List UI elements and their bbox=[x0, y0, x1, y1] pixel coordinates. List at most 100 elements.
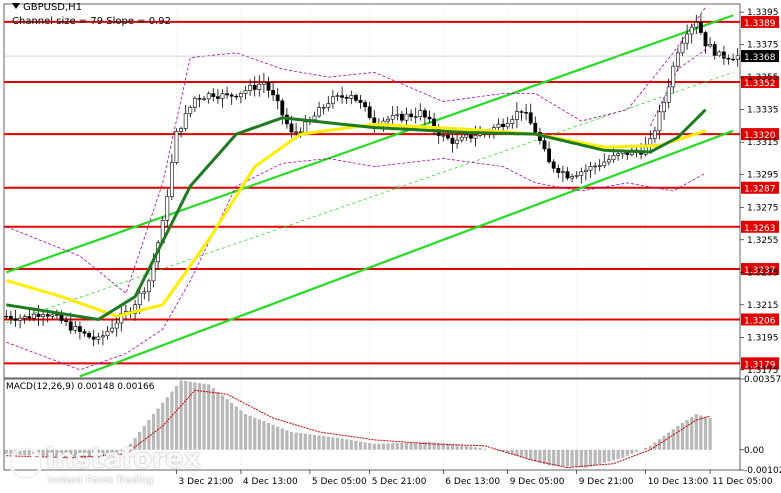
candle-body bbox=[192, 98, 197, 108]
candle-body bbox=[87, 332, 92, 338]
candle-body bbox=[671, 65, 676, 88]
candle-body bbox=[652, 130, 657, 139]
candle-body bbox=[330, 96, 335, 105]
candle-body bbox=[344, 97, 349, 99]
candle-body bbox=[59, 314, 64, 322]
candle-body bbox=[68, 321, 73, 331]
candle-body bbox=[496, 123, 501, 128]
candle-body bbox=[266, 82, 271, 91]
level-label: 1.3389 bbox=[744, 19, 776, 29]
candle-body bbox=[36, 313, 41, 317]
candle-body bbox=[717, 51, 722, 56]
price-chart: 1.33891.33521.33201.32871.32631.32371.32… bbox=[0, 0, 781, 489]
candle-body bbox=[271, 90, 276, 96]
candle-body bbox=[413, 116, 418, 118]
candle-body bbox=[225, 93, 230, 96]
candle-body bbox=[243, 90, 248, 94]
candle-body bbox=[335, 95, 340, 97]
chart-root: 1.3389 1.3352 1.3320 1.3287 1.3263 1.3237 1.32… bbox=[0, 0, 781, 489]
macd-tick-label: -0.00102 bbox=[744, 466, 781, 476]
candle-body bbox=[459, 136, 464, 141]
candle-body bbox=[169, 162, 174, 197]
candle-body bbox=[358, 100, 363, 103]
candle-body bbox=[606, 159, 611, 163]
candle-body bbox=[289, 123, 294, 133]
candle-body bbox=[211, 93, 216, 97]
candle-body bbox=[252, 84, 257, 90]
chart-symbol-title: GBPUSD,H1 bbox=[12, 2, 82, 13]
candle-body bbox=[616, 153, 621, 156]
candle-body bbox=[248, 84, 253, 91]
candle-body bbox=[556, 167, 561, 173]
candle-body bbox=[510, 119, 515, 124]
price-tick-label: 1.3255 bbox=[747, 236, 779, 246]
candle-body bbox=[142, 291, 147, 294]
candle-body bbox=[386, 118, 391, 122]
candle-body bbox=[455, 139, 460, 144]
candle-body bbox=[137, 292, 142, 306]
candle-body bbox=[593, 165, 598, 168]
price-tick-label: 1.3235 bbox=[747, 268, 779, 278]
candle-body bbox=[215, 96, 220, 99]
candle-body bbox=[174, 131, 179, 163]
candle-body bbox=[41, 314, 46, 317]
candle-body bbox=[326, 103, 331, 108]
candle-body bbox=[685, 33, 690, 44]
channel-info: Channel size = 79 Slope = 0.92 bbox=[12, 16, 172, 27]
candle-body bbox=[303, 121, 308, 133]
candle-body bbox=[183, 113, 188, 129]
candle-body bbox=[579, 171, 584, 176]
candle-body bbox=[220, 93, 225, 99]
price-tick-label: 1.3375 bbox=[747, 41, 779, 51]
x-tick-label: 11 Dec 05:00 bbox=[712, 477, 773, 487]
candle-body bbox=[229, 94, 234, 97]
price-tick-label: 1.3315 bbox=[747, 138, 779, 148]
x-tick-label: 5 Dec 05:00 bbox=[312, 477, 367, 487]
candle-body bbox=[583, 169, 588, 173]
dropdown-triangle-icon[interactable] bbox=[12, 3, 20, 9]
symbol-label: GBPUSD,H1 bbox=[23, 2, 83, 13]
candle-body bbox=[464, 134, 469, 138]
price-tick-label: 1.3335 bbox=[747, 106, 779, 116]
price-tick-label: 1.3355 bbox=[747, 73, 779, 83]
candle-body bbox=[317, 107, 322, 117]
candle-body bbox=[50, 314, 55, 317]
candle-body bbox=[91, 336, 96, 340]
candle-body bbox=[110, 327, 115, 332]
macd-tick-label: 0.00 bbox=[744, 446, 764, 456]
candle-body bbox=[703, 32, 708, 47]
candle-body bbox=[694, 22, 699, 28]
x-tick-label: 10 Dec 13:00 bbox=[648, 477, 709, 487]
candle-body bbox=[202, 98, 207, 100]
level-label: 1.3263 bbox=[744, 224, 776, 234]
candle-body bbox=[238, 93, 243, 98]
candle-body bbox=[257, 83, 262, 90]
price-tick-label: 1.3215 bbox=[747, 301, 779, 311]
candle-body bbox=[399, 113, 404, 121]
candle-body bbox=[602, 161, 607, 167]
price-tick-label: 1.3275 bbox=[747, 203, 779, 213]
price-tick-label: 1.3195 bbox=[747, 333, 779, 343]
candle-body bbox=[689, 26, 694, 35]
candle-body bbox=[422, 110, 427, 118]
macd-label: MACD(12,26,9) 0.00148 0.00166 bbox=[6, 382, 155, 392]
candle-body bbox=[574, 175, 579, 177]
candle-body bbox=[54, 314, 59, 316]
x-tick-label: 5 Dec 21:00 bbox=[372, 477, 427, 487]
candle-body bbox=[662, 101, 667, 113]
macd-tick-label: 0.00357 bbox=[744, 375, 781, 385]
candle-body bbox=[165, 196, 170, 221]
candle-body bbox=[514, 111, 519, 120]
candle-body bbox=[188, 107, 193, 114]
candle-body bbox=[418, 110, 423, 117]
candle-body bbox=[708, 44, 713, 47]
candle-body bbox=[409, 113, 414, 118]
level-label: 1.3287 bbox=[744, 185, 776, 195]
candle-body bbox=[280, 100, 285, 116]
candle-body bbox=[404, 113, 409, 121]
candle-body bbox=[468, 134, 473, 139]
candle-body bbox=[77, 326, 82, 332]
candle-body bbox=[312, 115, 317, 120]
candle-body bbox=[505, 123, 510, 128]
candle-body bbox=[294, 131, 299, 133]
